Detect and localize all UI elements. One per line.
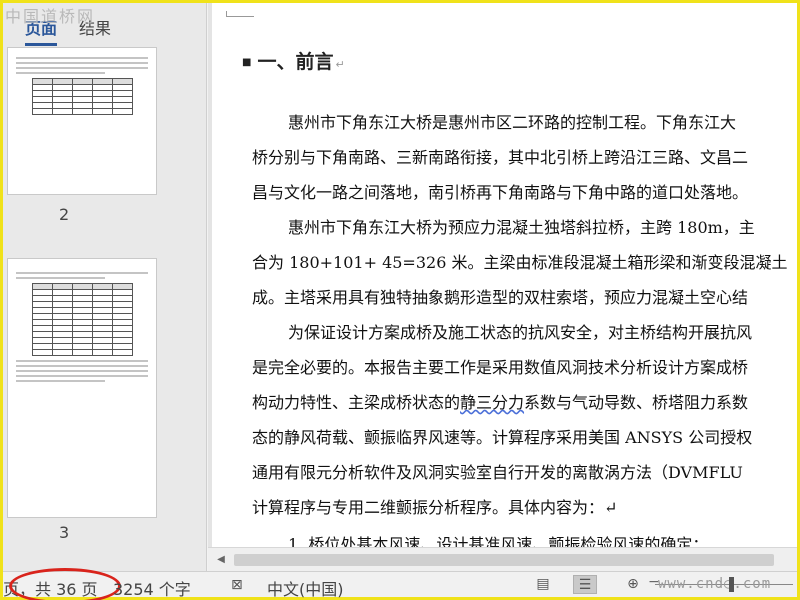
status-bar: 页，共 36 页 3254 个字 ⊠ 中文(中国) ▤ ☰ ⊕ − www.cn…	[3, 568, 797, 600]
paragraph-mark-icon: ↵	[335, 58, 345, 71]
horizontal-scrollbar[interactable]: ◀	[208, 547, 797, 571]
text-line[interactable]: 惠州市下角东江大桥是惠州市区二环路的控制工程。下角东江大	[288, 109, 736, 133]
thumb-text-line	[16, 272, 148, 274]
proofing-icon[interactable]: ⊠	[231, 577, 243, 593]
document-page[interactable]: ■ 一、前言 ↵ 惠州市下角东江大桥是惠州市区二环路的控制工程。下角东江大 桥分别与…	[212, 3, 797, 547]
thumb-text-line	[16, 370, 148, 372]
page-thumbnail-3[interactable]	[7, 258, 157, 518]
thumb-text-line	[16, 57, 148, 59]
word-count[interactable]: 3254 个字	[113, 576, 191, 600]
thumb-text-line	[16, 380, 105, 382]
word-window: 中国道桥网 页面 结果 2 3 ■ 一、前言 ↵ 惠州市下角东江大桥是惠州市区二…	[3, 3, 797, 600]
zoom-slider-thumb[interactable]	[729, 577, 734, 592]
text-line[interactable]: 惠州市下角东江大桥为预应力混凝土独塔斜拉桥，主跨 180m，主	[288, 214, 755, 238]
heading-bullet-icon: ■	[242, 57, 252, 68]
thumb-text-line	[16, 375, 148, 377]
text-line[interactable]: 通用有限元分析软件及风洞实验室自行开发的离散涡方法（DVMFLU	[252, 459, 743, 483]
navigation-pane: 中国道桥网 页面 结果 2 3	[3, 3, 207, 571]
thumb-text-line	[16, 360, 148, 362]
scroll-left-icon[interactable]: ◀	[214, 553, 228, 567]
text-line[interactable]: 成。主塔采用具有独特抽象鹅形造型的双柱索塔，预应力混凝土空心结	[252, 284, 748, 308]
list-item[interactable]: 1. 桥位处基本风速、设计基准风速、颤振检验风速的确定；	[288, 531, 708, 547]
read-mode-icon[interactable]: ▤	[531, 575, 555, 594]
thumb-text-line	[16, 277, 105, 279]
web-layout-icon[interactable]: ⊕	[621, 575, 645, 594]
document-area[interactable]: ■ 一、前言 ↵ 惠州市下角东江大桥是惠州市区二环路的控制工程。下角东江大 桥分别与…	[208, 3, 797, 547]
text-line[interactable]: 桥分别与下角南路、三新南路衔接，其中北引桥上跨沿江三路、文昌二	[252, 144, 748, 168]
text-line[interactable]: 是完全必要的。本报告主要工作是采用数值风洞技术分析设计方案成桥	[252, 354, 748, 378]
thumb-text-line	[16, 62, 148, 64]
text-line[interactable]: 态的静风荷载、颤振临界风速等。计算程序采用美国 ANSYS 公司授权	[252, 424, 752, 448]
thumb-text-line	[16, 365, 148, 367]
text-line[interactable]: 计算程序与专用二维颤振分析程序。具体内容为：↵	[252, 494, 617, 518]
watermark-logo: 中国道桥网	[5, 7, 96, 26]
section-heading[interactable]: ■ 一、前言 ↵	[242, 47, 345, 74]
page-number-label: 2	[59, 205, 70, 224]
thumb-table	[31, 283, 133, 356]
print-layout-icon[interactable]: ☰	[573, 575, 597, 594]
thumb-text-line	[16, 67, 148, 69]
text-line[interactable]: 昌与文化一路之间落地，南引桥再下角南路与下角中路的道口处落地。	[252, 179, 748, 203]
text-line[interactable]: 为保证设计方案成桥及施工状态的抗风安全，对主桥结构开展抗风	[288, 319, 752, 343]
site-watermark: www.cnd○.com	[658, 576, 772, 592]
spelling-flagged-text[interactable]: 静三分力	[460, 393, 524, 412]
thumb-table	[31, 78, 133, 115]
page-number-label: 3	[59, 523, 70, 542]
text-line[interactable]: 构动力特性、主梁成桥状态的静三分力系数与气动导数、桥塔阻力系数	[252, 389, 748, 413]
page-thumbnail-2[interactable]	[7, 47, 157, 195]
heading-text: 一、前言	[257, 51, 334, 73]
thumb-text-line	[16, 72, 105, 74]
language-indicator[interactable]: 中文(中国)	[267, 576, 344, 600]
text-fragment: 系数与气动导数、桥塔阻力系数	[524, 393, 749, 412]
margin-corner-mark	[226, 11, 254, 17]
text-line[interactable]: 合为 180+101+ 45=326 米。主梁由标准段混凝土箱形梁和渐变段混凝土	[252, 249, 787, 273]
scrollbar-thumb[interactable]	[234, 554, 774, 566]
text-fragment: 构动力特性、主梁成桥状态的	[252, 393, 461, 412]
highlight-circle	[9, 568, 121, 600]
